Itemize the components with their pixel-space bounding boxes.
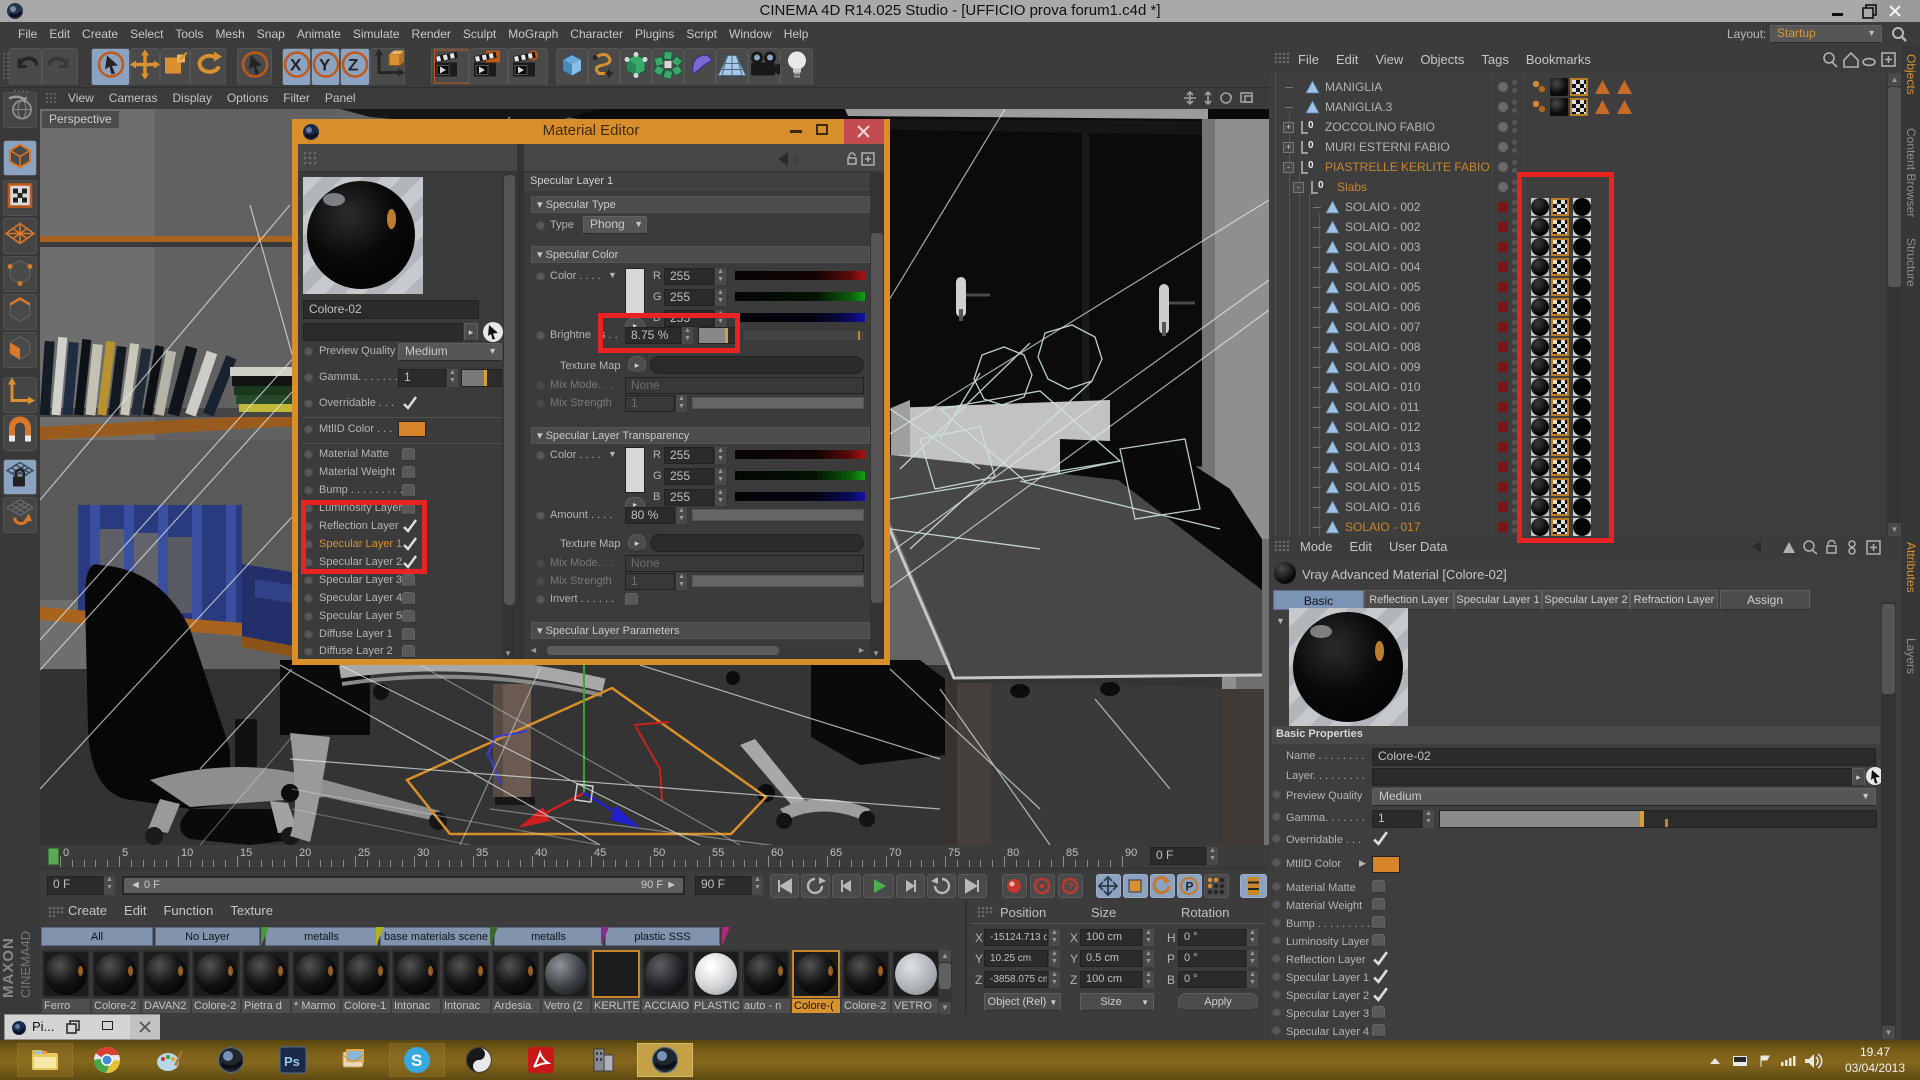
svg-text:P: P <box>1186 880 1194 894</box>
svg-text:X: X <box>290 56 302 75</box>
svg-text:0: 0 <box>1318 180 1324 191</box>
svg-text:?: ? <box>1067 881 1074 893</box>
svg-text:0: 0 <box>1308 140 1314 151</box>
svg-text:Y: Y <box>319 56 331 75</box>
svg-text:Ps: Ps <box>284 1054 300 1069</box>
svg-text:0: 0 <box>1308 160 1314 171</box>
svg-text:S: S <box>411 1051 422 1070</box>
svg-text:Z: Z <box>348 56 358 75</box>
svg-text:0: 0 <box>1308 120 1314 131</box>
